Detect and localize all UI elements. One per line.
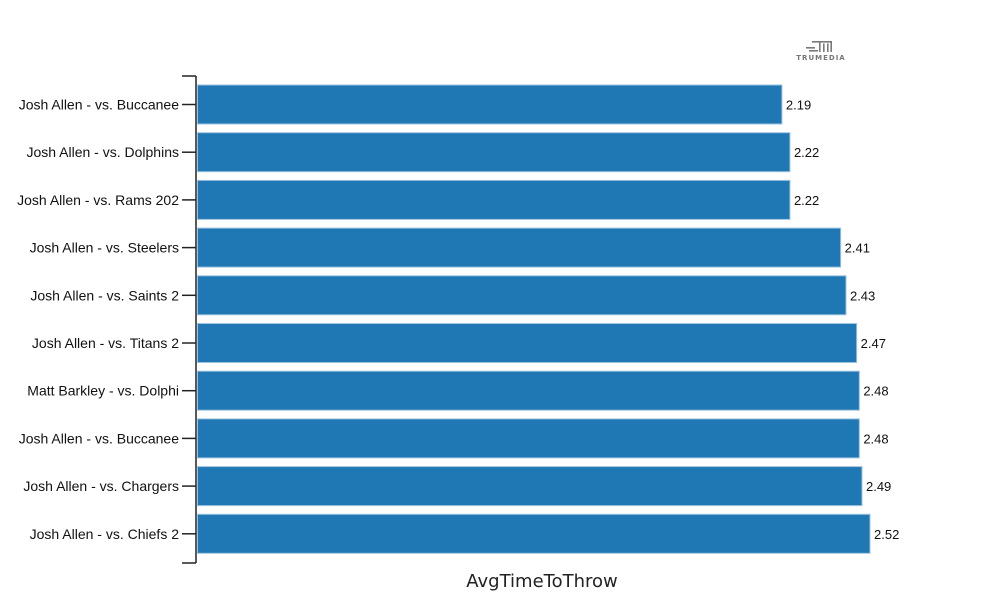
bar-value-label: 2.22 <box>794 145 819 160</box>
y-tick-label: Josh Allen - vs. Titans 2 <box>32 335 179 351</box>
bar <box>197 84 783 125</box>
bar-value-label: 2.41 <box>845 241 870 256</box>
y-tick-label: Josh Allen - vs. Dolphins <box>26 144 179 160</box>
bar <box>197 275 847 316</box>
bar-value-label: 2.47 <box>861 336 886 351</box>
bar <box>197 418 860 459</box>
bar <box>197 466 863 507</box>
bar <box>197 370 860 411</box>
bar-value-label: 2.49 <box>866 479 891 494</box>
y-tick-label: Josh Allen - vs. Rams 202 <box>17 192 179 208</box>
y-tick-label: Josh Allen - vs. Chiefs 2 <box>30 526 180 542</box>
bar <box>197 227 842 268</box>
y-tick-label: Josh Allen - vs. Buccanee <box>19 97 180 113</box>
bar <box>197 513 871 554</box>
bar-value-label: 2.48 <box>863 431 888 446</box>
bar-value-label: 2.43 <box>850 288 875 303</box>
bar <box>197 323 858 363</box>
y-tick-label: Josh Allen - vs. Chargers <box>23 478 179 494</box>
trumedia-logo: TRUMEDIA <box>796 40 846 62</box>
bars-group <box>197 84 871 554</box>
y-tick-label: Josh Allen - vs. Steelers <box>30 240 179 256</box>
bar-value-label: 2.52 <box>874 527 899 542</box>
logo-text: TRUMEDIA <box>796 54 846 62</box>
y-tick-label: Josh Allen - vs. Buccanee <box>19 430 180 446</box>
y-tick-label: Matt Barkley - vs. Dolphi <box>27 383 179 399</box>
bar-value-label: 2.48 <box>863 384 888 399</box>
bar-value-label: 2.22 <box>794 193 819 208</box>
bar <box>197 132 791 173</box>
bar-chart: Josh Allen - vs. Buccanee Josh Allen - vs… <box>17 75 899 592</box>
y-tick-label: Josh Allen - vs. Saints 2 <box>30 287 179 303</box>
bar <box>197 179 791 220</box>
trumedia-logo-icon <box>806 41 832 52</box>
x-axis-title: AvgTimeToThrow <box>466 571 617 592</box>
y-axis: Josh Allen - vs. Buccanee Josh Allen - vs… <box>17 75 197 564</box>
bar-value-label: 2.19 <box>786 98 811 113</box>
